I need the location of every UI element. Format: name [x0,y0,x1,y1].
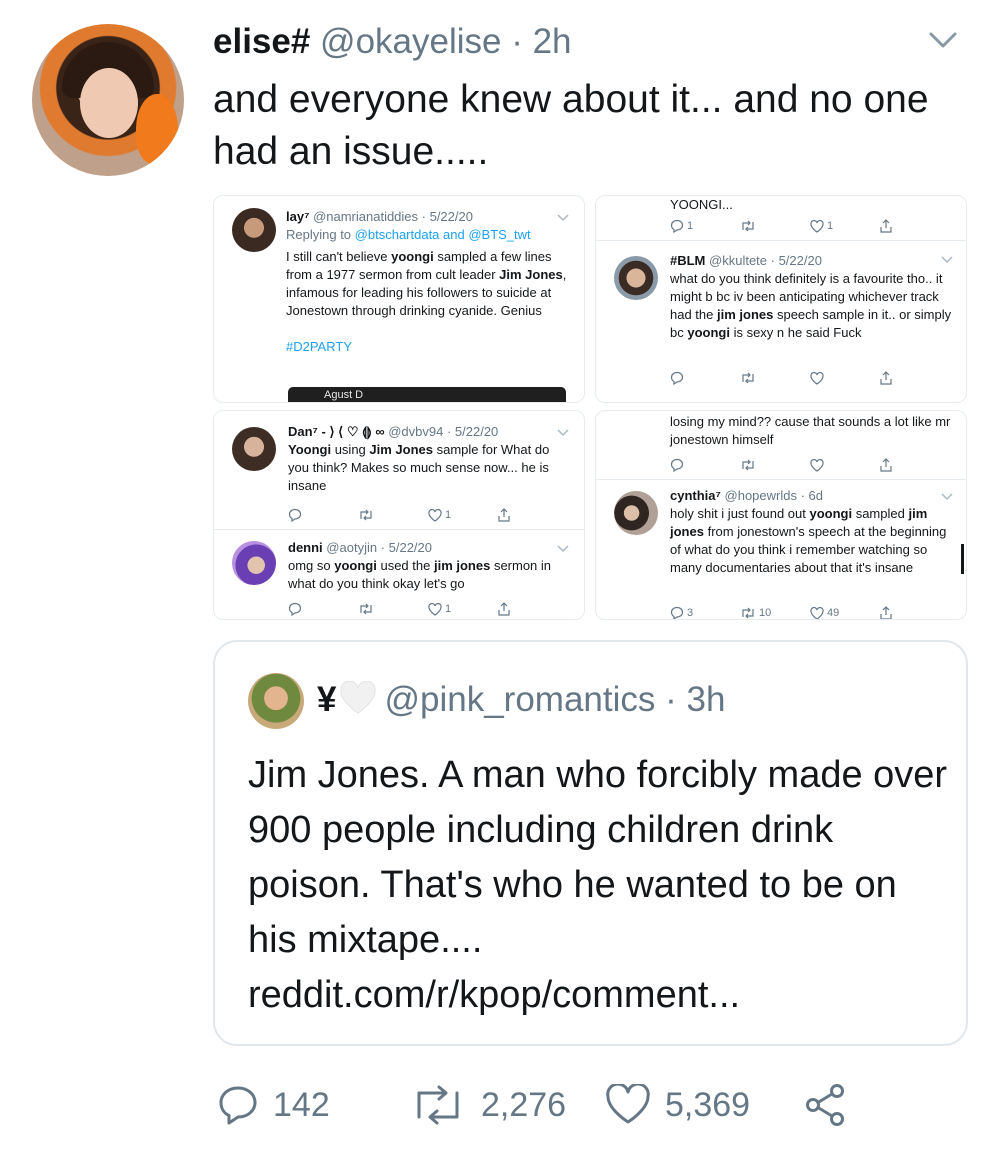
retweet-icon: 10 [740,605,810,619]
like-count: 5,369 [665,1085,751,1124]
handle-time[interactable]: @okayelise · 2h [320,22,571,61]
tweet-actions: 142 2,276 5,369 [213,1080,973,1130]
embedded-screenshot-3: Dan⁷ - ⟩ ⟨ ♡ ⟬⟭ ∞ @dvbv94 · 5/22/20 Yoon… [213,410,585,620]
avatar [614,491,658,535]
retweet-count: 2,276 [481,1085,567,1124]
quoted-tweet-text: Jim Jones. A man who forcibly made over … [248,754,948,1016]
display-name[interactable]: elise# [213,22,310,61]
retweet-button[interactable]: 2,276 [409,1080,566,1130]
reply-prefix: Replying to [286,227,352,242]
reply-button[interactable]: 142 [217,1080,330,1130]
mini-tweet-text: holy shit i just found out yoongi sample… [670,506,947,575]
mini-tweet: denni @aotyjin · 5/22/20 omg so yoongi u… [288,539,573,593]
tweet: elise# @okayelise · 2h and everyone knew… [0,0,1000,1153]
user-meta: @kkultete · 5/22/20 [709,253,822,268]
user-meta: @namrianatiddies · 5/22/20 [313,209,473,224]
reply-icon [288,601,358,617]
action-bar: 3 10 49 [670,605,910,619]
avatar [614,256,658,300]
scroll-indicator [961,544,964,574]
avatar[interactable] [32,24,184,176]
media-bar: Agust D [288,387,566,402]
share-icon [880,370,892,386]
chevron-down-icon [557,429,569,437]
avatar [232,208,276,252]
action-bar: 1 1 [670,218,910,234]
share-icon [880,218,892,234]
retweet-icon [740,218,810,234]
retweet-icon [740,370,810,386]
reply-icon: 3 [670,605,740,619]
reply-to: @btschartdata and @BTS_twt [354,227,531,242]
user-name: lay⁷ [286,209,310,224]
reply-icon [670,457,740,473]
heart-icon: 49 [810,605,880,619]
mini-tweet: Dan⁷ - ⟩ ⟨ ♡ ⟬⟭ ∞ @dvbv94 · 5/22/20 Yoon… [288,423,573,495]
handle-time: @pink_romantics · 3h [384,680,726,719]
tweet-text: and everyone knew about it... and no one… [213,78,929,173]
user-name: #BLM [670,253,706,268]
chevron-down-icon [941,493,953,501]
mini-tweet: #BLM @kkultete · 5/22/20 what do you thi… [670,252,955,342]
mini-tweet: lay⁷ @namrianatiddies · 5/22/20 Replying… [286,208,571,356]
action-bar: 1 [288,601,528,617]
heart-icon: 1 [428,507,498,523]
embedded-screenshot-2: YOONGI... 1 1 #BLM @kkultete · 5/22/20 w… [595,195,967,403]
display-name: ¥ [317,680,337,719]
chevron-down-icon [941,256,953,264]
mini-tweet-text: Yoongi using Jim Jones sample for What d… [288,442,550,493]
tweet-header: elise# @okayelise · 2h [213,20,572,64]
quoted-tweet[interactable]: ¥ @pink_romantics · 3h Jim Jones. A man w… [213,640,968,1046]
chevron-down-icon [557,545,569,553]
mini-tweet-text: omg so yoongi used the jim jones sermon … [288,558,552,591]
share-icon [880,605,892,619]
mini-tweet-text: what do you think definitely is a favour… [670,271,952,340]
action-bar [670,457,910,473]
share-icon [498,601,510,617]
like-button[interactable]: 5,369 [605,1080,750,1130]
quoted-tweet-header: ¥ @pink_romantics · 3h [317,678,725,722]
share-icon [880,457,892,473]
hashtag: #D2PARTY [286,339,352,354]
retweet-icon [740,457,810,473]
action-bar [670,370,910,386]
heart-icon [606,1084,650,1124]
embedded-screenshot-1: lay⁷ @namrianatiddies · 5/22/20 Replying… [213,195,585,403]
chevron-down-icon [557,214,569,222]
embedded-screenshot-4: losing my mind?? cause that sounds a lot… [595,410,967,620]
user-name: denni [288,540,323,555]
avatar [232,427,276,471]
user-meta: @aotyjin · 5/22/20 [326,540,432,555]
retweet-icon [358,601,428,617]
retweet-icon [358,507,428,523]
share-icon [806,1084,844,1126]
mini-tweet-text: I still can't believe yoongi sampled a f… [286,249,567,318]
reply-icon [288,507,358,523]
reply-count: 142 [273,1085,330,1124]
user-meta: @dvbv94 · 5/22/20 [388,424,499,439]
white-heart-icon [340,681,377,714]
share-icon [498,507,510,523]
mini-tweet: cynthia⁷ @hopewrlds · 6d holy shit i jus… [670,487,955,577]
heart-icon [810,457,880,473]
reply-icon: 1 [670,218,740,234]
user-meta: @hopewrlds · 6d [724,488,823,503]
heart-icon: 1 [428,601,498,617]
reply-icon [670,370,740,386]
avatar [232,541,276,585]
reply-icon [219,1086,257,1125]
avatar [248,673,304,729]
user-name: cynthia⁷ [670,488,721,503]
action-bar: 1 [288,507,528,523]
chevron-down-icon[interactable] [928,30,958,50]
heart-icon [810,370,880,386]
user-name: Dan⁷ - ⟩ ⟨ ♡ ⟬⟭ ∞ [288,424,385,439]
previous-tweet-tail: YOONGI... [670,197,733,212]
retweet-icon [417,1085,459,1125]
previous-tweet-tail: losing my mind?? cause that sounds a lot… [670,414,951,447]
share-button[interactable] [803,1080,847,1130]
heart-icon: 1 [810,218,880,234]
